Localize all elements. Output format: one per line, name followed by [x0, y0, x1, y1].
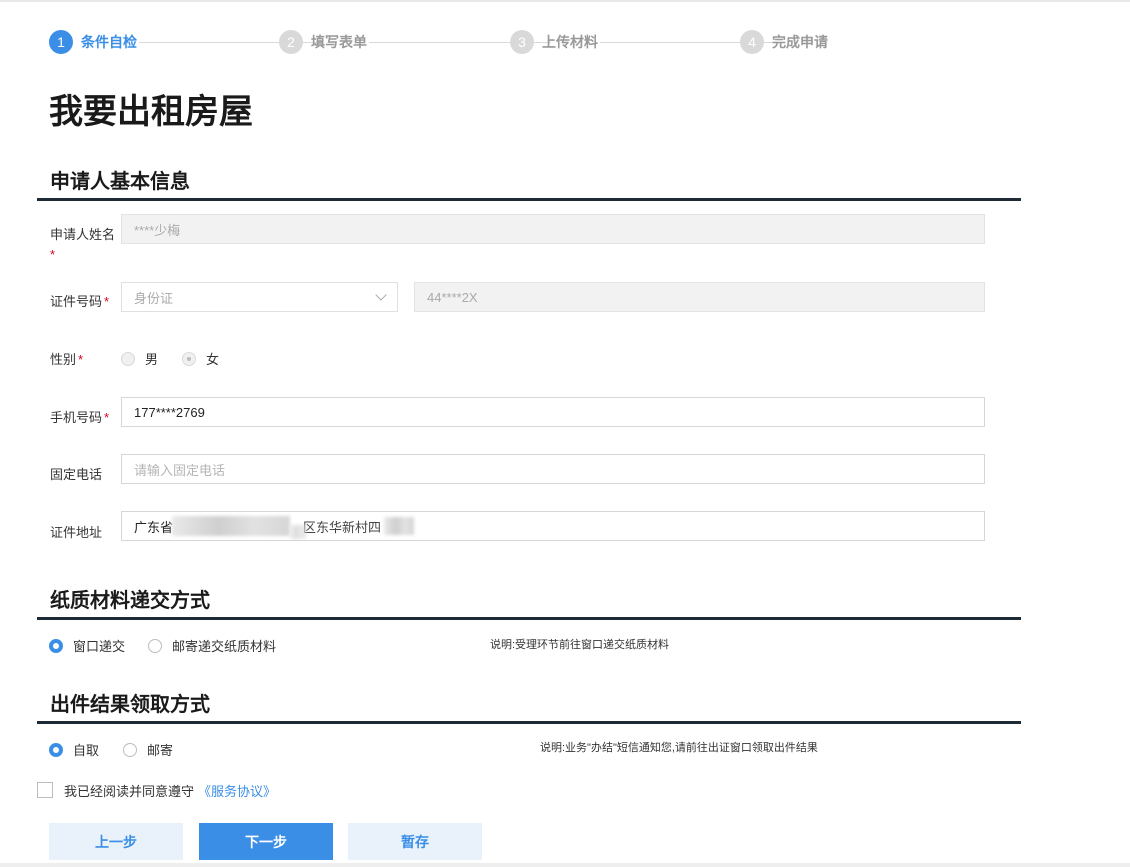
result-self-radio[interactable]: 自取: [49, 740, 99, 759]
step-number: 1: [49, 30, 73, 54]
step-number: 4: [740, 30, 764, 54]
section-divider: [37, 721, 1021, 724]
result-mail-label: 邮寄: [147, 743, 174, 758]
gender-female-radio[interactable]: 女: [182, 349, 219, 368]
phone-field[interactable]: 请输入固定电话: [121, 454, 985, 484]
required-mark: *: [78, 352, 84, 367]
result-mail-radio[interactable]: 邮寄: [123, 740, 173, 759]
step-4: 4 完成申请: [740, 30, 828, 54]
radio-circle: [182, 351, 196, 366]
step-label: 条件自检: [81, 34, 137, 50]
progress-steps: 1 条件自检 2 填写表单 3 上传材料 4 完成申请: [49, 30, 849, 54]
service-agreement-link[interactable]: 《服务协议》: [198, 784, 276, 799]
step-label: 上传材料: [542, 34, 598, 50]
prev-button[interactable]: 上一步: [49, 823, 183, 860]
name-field[interactable]: ****少梅: [121, 214, 985, 244]
gender-female-label: 女: [206, 352, 220, 367]
gender-male-label: 男: [145, 352, 159, 367]
radio-circle: [148, 638, 162, 653]
id-type-select[interactable]: 身份证: [121, 282, 398, 312]
id-type-value: 身份证: [134, 290, 174, 306]
agreement-text: 我已经阅读并同意遵守 《服务协议》: [64, 781, 276, 800]
agreement-checkbox[interactable]: [37, 782, 53, 798]
paper-window-label: 窗口递交: [73, 639, 126, 654]
paper-note: 说明:受理环节前往窗口递交纸质材料: [490, 639, 670, 651]
agreement-label: 我已经阅读并同意遵守: [64, 784, 195, 799]
paper-mail-label: 邮寄递交纸质材料: [172, 639, 277, 654]
step-number: 2: [279, 30, 303, 54]
name-label: 申请人姓名 *: [50, 225, 118, 265]
next-button[interactable]: 下一步: [199, 823, 333, 860]
mobile-label-text: 手机号码: [50, 410, 103, 425]
result-note: 说明:业务"办结"短信通知您,请前往出证窗口领取出件结果: [540, 742, 818, 754]
id-number-field[interactable]: 44****2X: [414, 282, 985, 312]
section-divider: [37, 617, 1021, 620]
redaction-blur: [290, 525, 306, 539]
required-mark: *: [104, 410, 110, 425]
paper-mail-radio[interactable]: 邮寄递交纸质材料: [148, 636, 276, 655]
step-label: 填写表单: [311, 34, 367, 50]
id-label-text: 证件号码: [50, 294, 103, 309]
required-mark: *: [104, 294, 110, 309]
address-value-suffix: 区东华新村四: [303, 519, 382, 535]
step-2: 2 填写表单: [279, 30, 367, 54]
gender-label: 性别 *: [50, 349, 83, 368]
radio-circle: [121, 351, 135, 366]
chevron-down-icon: [375, 289, 387, 301]
gender-male-radio[interactable]: 男: [121, 349, 158, 368]
paper-window-radio[interactable]: 窗口递交: [49, 636, 125, 655]
top-border: [0, 0, 1130, 2]
radio-circle: [123, 742, 137, 757]
gender-label-text: 性别: [50, 352, 77, 367]
step-label: 完成申请: [772, 34, 828, 50]
mobile-label: 手机号码 *: [50, 407, 109, 426]
step-number: 3: [510, 30, 534, 54]
required-mark: *: [50, 247, 56, 262]
step-3: 3 上传材料: [510, 30, 598, 54]
redaction-blur: [384, 517, 414, 535]
radio-circle: [49, 742, 63, 757]
result-self-label: 自取: [73, 743, 100, 758]
bottom-border: [0, 863, 1130, 867]
phone-label: 固定电话: [50, 467, 103, 482]
section-title-applicant: 申请人基本信息: [50, 171, 190, 193]
save-draft-button[interactable]: 暂存: [348, 823, 482, 860]
step-1: 1 条件自检: [49, 30, 137, 54]
section-title-result: 出件结果领取方式: [50, 694, 210, 716]
mobile-field[interactable]: 177****2769: [121, 397, 985, 427]
section-divider: [37, 198, 1021, 201]
address-value: 广东省: [134, 519, 174, 535]
section-title-paper: 纸质材料递交方式: [50, 590, 210, 612]
name-label-text: 申请人姓名: [50, 227, 116, 242]
id-label: 证件号码 *: [50, 291, 109, 310]
radio-circle: [49, 638, 63, 653]
redaction-blur: [172, 516, 290, 536]
page-title: 我要出租房屋: [49, 93, 253, 131]
address-label: 证件地址: [50, 525, 103, 540]
